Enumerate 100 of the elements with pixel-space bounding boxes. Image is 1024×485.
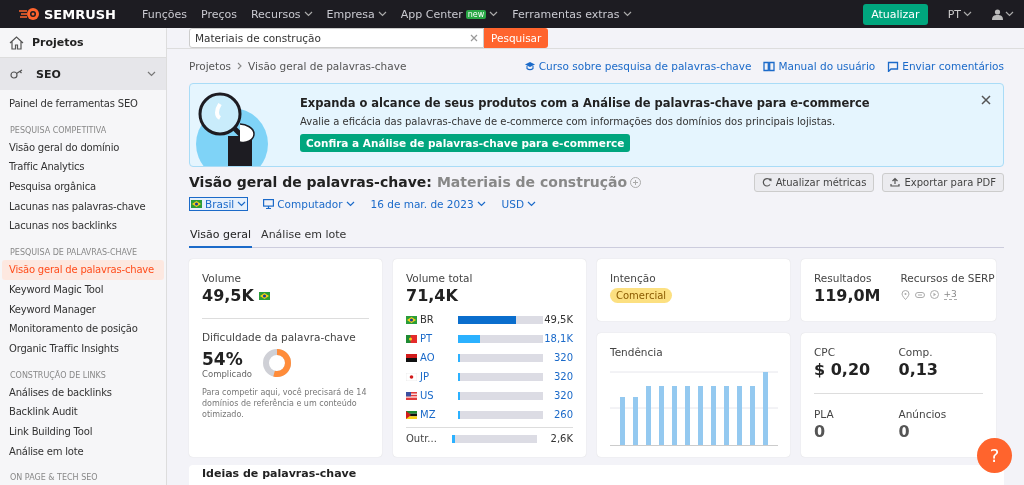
sidebar-item[interactable]: Traffic Analytics — [2, 157, 164, 178]
country-code-link[interactable]: US — [420, 390, 448, 401]
flag-icon — [406, 372, 417, 381]
metric-value: 71,4K — [406, 286, 459, 305]
difficulty-note: Para competir aqui, você precisará de 14 domínios de referência e um conteúdo otimizado. — [202, 387, 368, 421]
country-volume: 320 — [553, 352, 573, 363]
country-volume: 320 — [553, 371, 573, 382]
page-title: Visão geral de palavras-chave: — [189, 174, 432, 190]
country-volume: 320 — [553, 390, 573, 401]
filter-dropdown[interactable]: Computador — [262, 198, 356, 210]
book-icon — [763, 60, 776, 72]
tab[interactable]: Visão geral — [189, 223, 253, 248]
breadcrumb-link[interactable]: Visão geral de palavras-chave — [248, 60, 407, 72]
metric-value: $ 0,20 — [814, 360, 872, 379]
trend-bar — [737, 386, 742, 445]
sidebar-item[interactable]: Análises de backlinks — [2, 382, 164, 403]
breadcrumb-link[interactable]: Projetos — [189, 60, 232, 72]
chevron-down-icon — [489, 11, 499, 17]
country-code-link[interactable]: PT — [420, 333, 448, 344]
sidebar-item[interactable]: Painel de ferramentas SEO — [2, 94, 164, 114]
tab[interactable]: Análise em lote — [260, 223, 348, 248]
close-button[interactable] — [981, 94, 993, 106]
chevron-down-icon — [345, 201, 355, 207]
metric-value: 49,5K — [202, 286, 254, 305]
export-icon — [890, 177, 901, 187]
filter-dropdown[interactable]: USD — [500, 198, 537, 210]
sidebar-item[interactable]: Link Building Tool — [2, 421, 164, 442]
nav-menu-item[interactable]: App Center new — [400, 7, 499, 21]
country-volume: 260 — [553, 409, 573, 420]
difficulty-rating: Complicado — [202, 369, 252, 379]
chevron-down-icon — [377, 11, 387, 17]
sidebar-item[interactable]: Keyword Manager — [2, 299, 164, 320]
metric-label: Resultados — [814, 272, 873, 284]
flag-icon — [191, 200, 202, 208]
banner-text: Avalie a eficácia das palavras-chave de e-commerce com informações dos domínios dos principais lojistas. — [300, 116, 837, 127]
help-link[interactable]: Curso sobre pesquisa de palavras-chave — [523, 60, 752, 72]
seo-section-header[interactable]: SEO — [0, 58, 166, 90]
metric-label: Intenção — [610, 272, 657, 284]
monitor-icon — [263, 199, 275, 209]
sidebar-item[interactable]: Lacunas nos backlinks — [2, 216, 164, 237]
metric-label: Anúncios — [898, 408, 948, 420]
trend-bar — [659, 386, 664, 445]
sidebar-item[interactable]: Backlink Audit — [2, 402, 164, 422]
user-icon — [992, 8, 1003, 20]
trend-bar — [711, 386, 716, 445]
chevron-down-icon — [622, 11, 632, 17]
metric-label: Volume — [202, 272, 243, 284]
flag-icon — [406, 410, 417, 419]
search-field[interactable]: Materiais de construção — [189, 28, 484, 48]
trend-bar — [724, 386, 729, 445]
sidebar-item[interactable]: Visão geral do domínio — [2, 137, 164, 158]
toolbar-button[interactable]: Atualizar métricas — [753, 172, 875, 192]
trend-bar — [750, 386, 755, 445]
sidebar-item[interactable]: Análise em lote — [2, 441, 164, 462]
country-label: Outr... — [406, 433, 438, 444]
country-code-link[interactable]: AO — [420, 352, 448, 363]
user-menu[interactable] — [992, 8, 1014, 20]
toolbar-button[interactable]: Exportar para PDF — [882, 172, 1004, 192]
location-pin-icon — [900, 289, 910, 300]
country-volume: 2,6K — [550, 433, 573, 444]
chevron-down-icon — [963, 11, 972, 17]
chevron-down-icon — [527, 201, 536, 207]
sidebar-item[interactable]: Pesquisa orgânica — [2, 177, 164, 197]
new-badge: new — [465, 9, 487, 19]
chevron-down-icon — [1005, 11, 1014, 17]
metric-value: 0,13 — [898, 360, 939, 379]
help-link[interactable]: Manual do usuário — [763, 60, 876, 72]
flag-icon — [406, 353, 417, 362]
nav-menu-item[interactable]: Empresa — [326, 7, 387, 21]
nav-menu-item[interactable]: Recursos — [250, 7, 313, 21]
play-icon — [929, 290, 939, 299]
trend-bar — [633, 397, 638, 445]
metric-label: PLA — [814, 408, 835, 420]
metric-value: 119,0M — [814, 286, 881, 305]
sidebar-item[interactable]: Organic Traffic Insights — [2, 338, 164, 359]
chevron-down-icon — [303, 11, 313, 17]
metric-label: Recursos de SERP — [900, 272, 995, 284]
sidebar-item[interactable]: Keyword Magic Tool — [2, 279, 164, 300]
nav-menu-item[interactable]: Preços — [200, 7, 237, 21]
nav-menu-item[interactable]: Ferramentas extras — [512, 7, 632, 21]
country-code-link[interactable]: JP — [420, 371, 448, 382]
banner-title: Expanda o alcance de seus produtos com a Análise de palavras-chave para e-commerce — [300, 96, 870, 110]
more-features-link[interactable]: +3 — [943, 289, 957, 300]
sidebar-heading: ON PAGE & TECH SEO — [9, 472, 99, 485]
keyword-title: Materiais de construção — [436, 174, 628, 190]
link-icon — [914, 290, 925, 299]
language-selector[interactable]: PT — [941, 6, 978, 22]
clear-icon[interactable] — [470, 34, 478, 42]
country-code-link[interactable]: MZ — [420, 409, 448, 420]
card-title: Ideias de palavras-chave — [202, 468, 358, 480]
sidebar-item[interactable]: Monitoramento de posição — [2, 319, 164, 339]
filter-dropdown[interactable]: 16 de mar. de 2023 — [369, 198, 487, 210]
sidebar-heading: CONSTRUÇÃO DE LINKS — [9, 369, 107, 382]
nav-menu-item[interactable]: Funções — [142, 7, 187, 21]
chevron-right-icon — [237, 62, 243, 70]
sidebar-item[interactable]: Lacunas nas palavras-chave — [2, 196, 164, 217]
help-link[interactable]: Enviar comentários — [887, 60, 1004, 72]
metric-label: Comp. — [898, 346, 934, 358]
filter-dropdown[interactable]: Brasil — [189, 197, 249, 211]
country-volume: 49,5K — [544, 314, 573, 325]
